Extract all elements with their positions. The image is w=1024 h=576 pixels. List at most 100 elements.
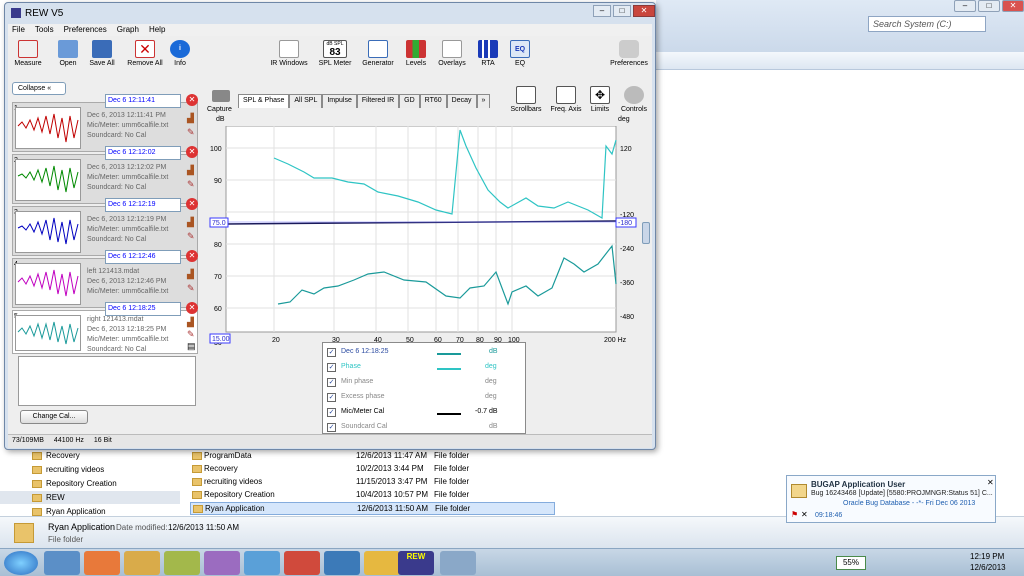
taskbar-firefox-icon[interactable] <box>84 551 120 575</box>
preferences-button[interactable]: Preferences <box>606 40 652 67</box>
levels-button[interactable]: Levels <box>396 40 436 67</box>
camera-icon[interactable] <box>212 90 230 102</box>
edit-icon[interactable]: ✎ <box>187 329 195 340</box>
legend-checkbox[interactable]: ✓ <box>327 408 336 417</box>
battery-indicator[interactable]: 55% <box>836 556 866 570</box>
explorer-search-input[interactable]: Search System (C:) <box>868 16 986 32</box>
remove-measurement-icon[interactable]: ✕ <box>186 250 198 262</box>
close-button[interactable]: ✕ <box>633 5 655 17</box>
nav-item-recovery[interactable]: Recovery <box>46 451 80 460</box>
tab-rt60[interactable]: RT60 <box>419 94 447 108</box>
overlays-button[interactable]: Overlays <box>432 40 472 67</box>
maximize-button[interactable]: □ <box>613 5 631 17</box>
measurement-slot[interactable]: 2 Dec 6 12:12:02 Dec 6, 2013 12:12:02 PM… <box>12 146 198 204</box>
clock-date[interactable]: 12/6/2013 <box>970 563 1006 572</box>
tab-all-spl[interactable]: All SPL <box>289 94 323 108</box>
chart-icon[interactable]: ▟ <box>187 217 194 228</box>
menu-preferences[interactable]: Preferences <box>64 24 107 36</box>
menu-help[interactable]: Help <box>149 24 165 36</box>
taskbar-chrome-icon[interactable] <box>284 551 320 575</box>
menu-tools[interactable]: Tools <box>35 24 54 36</box>
measure-button[interactable]: Measure <box>8 40 48 67</box>
info-button[interactable]: i Info <box>160 40 200 67</box>
minimize-button[interactable]: – <box>954 0 976 12</box>
measurement-name-field[interactable]: Dec 6 12:18:25 <box>105 302 181 316</box>
controls-button[interactable]: Controls <box>616 86 652 113</box>
measurement-name-field[interactable]: Dec 6 12:12:02 <box>105 146 181 160</box>
legend-checkbox[interactable]: ✓ <box>327 348 336 357</box>
legend-checkbox[interactable]: ✓ <box>327 363 336 372</box>
close-button[interactable]: ✕ <box>1002 0 1024 12</box>
taskbar-app-icon[interactable] <box>440 551 476 575</box>
notes-textarea[interactable] <box>18 356 196 406</box>
file-row[interactable]: Repository Creation 10/4/2013 10:57 PM F… <box>190 489 555 502</box>
taskbar-app-icon[interactable] <box>244 551 280 575</box>
spl-phase-graph[interactable]: 100 90 80 70 60 50 120 -120 -240 -360 -4… <box>208 126 638 378</box>
menu-file[interactable]: File <box>12 24 25 36</box>
change-cal-button[interactable]: Change Cal... <box>20 410 88 424</box>
measurement-slot[interactable]: 3 Dec 6 12:12:19 Dec 6, 2013 12:12:19 PM… <box>12 198 198 256</box>
tab-more[interactable]: » <box>476 94 491 108</box>
tab-impulse[interactable]: Impulse <box>322 94 357 108</box>
chart-icon[interactable]: ▟ <box>187 165 194 176</box>
legend-checkbox[interactable]: ✓ <box>327 393 336 402</box>
edit-icon[interactable]: ✎ <box>187 179 195 190</box>
remove-measurement-icon[interactable]: ✕ <box>186 198 198 210</box>
start-button[interactable] <box>4 551 38 575</box>
legend-row[interactable]: ✓ Phase deg <box>327 361 523 375</box>
remove-measurement-icon[interactable]: ✕ <box>186 302 198 314</box>
notes-icon[interactable]: ▤ <box>187 341 196 352</box>
edit-icon[interactable]: ✎ <box>187 231 195 242</box>
chart-icon[interactable]: ▟ <box>187 269 194 280</box>
taskbar-app-icon[interactable] <box>324 551 360 575</box>
close-icon[interactable]: ✕ <box>987 478 994 487</box>
taskbar-app-icon[interactable] <box>204 551 240 575</box>
eq-button[interactable]: EQ EQ <box>500 40 540 67</box>
nav-item-ryan[interactable]: Ryan Application <box>46 507 106 516</box>
edit-icon[interactable]: ✎ <box>187 127 195 138</box>
measurement-slot[interactable]: 4 Dec 6 12:12:46 left 121413.mdatDec 6, … <box>12 250 198 308</box>
maximize-button[interactable]: □ <box>978 0 1000 12</box>
remove-measurement-icon[interactable]: ✕ <box>186 146 198 158</box>
ir-windows-button[interactable]: IR Windows <box>266 40 312 67</box>
flag-icon[interactable]: ⚑ <box>791 510 798 519</box>
nav-item-recruiting[interactable]: recruiting videos <box>46 465 104 474</box>
nav-item-rew[interactable]: REW <box>46 493 65 502</box>
legend-row[interactable]: ✓ Min phase deg <box>327 376 523 390</box>
legend-checkbox[interactable]: ✓ <box>327 378 336 387</box>
capture-label[interactable]: Capture <box>207 106 232 113</box>
legend-row[interactable]: ✓ Soundcard Cal dB <box>327 421 523 435</box>
file-row[interactable]: Recovery 10/2/2013 3:44 PM File folder <box>190 463 555 476</box>
bug-notification[interactable]: BUGAP Application User Bug 16243468 [Upd… <box>786 475 996 523</box>
minimize-button[interactable]: – <box>593 5 611 17</box>
spl-meter-button[interactable]: dB SPL 83 SPL Meter <box>312 40 358 67</box>
save-all-button[interactable]: Save All <box>82 40 122 67</box>
legend-row[interactable]: ✓ Dec 6 12:18:25 dB <box>327 346 523 360</box>
taskbar-ie-icon[interactable] <box>44 551 80 575</box>
chart-icon[interactable]: ▟ <box>187 113 194 124</box>
tab-spl-phase[interactable]: SPL & Phase <box>238 94 290 108</box>
taskbar-explorer-icon[interactable] <box>124 551 160 575</box>
measurement-name-field[interactable]: Dec 6 12:12:46 <box>105 250 181 264</box>
tab-gd[interactable]: GD <box>399 94 420 108</box>
collapse-button[interactable]: Collapse « <box>12 82 66 95</box>
legend-row[interactable]: ✓ Mic/Meter Cal -0.7 dB <box>327 406 523 420</box>
notification-source[interactable]: Oracle Bug Database - -*- Fri Dec 06 201… <box>843 500 975 507</box>
remove-measurement-icon[interactable]: ✕ <box>186 94 198 106</box>
tab-decay[interactable]: Decay <box>446 94 477 108</box>
tab-filtered-ir[interactable]: Filtered IR <box>356 94 400 108</box>
measurement-name-field[interactable]: Dec 6 12:12:19 <box>105 198 181 212</box>
taskbar-mail-icon[interactable] <box>364 551 400 575</box>
delete-icon[interactable]: ✕ <box>801 510 808 519</box>
clock-time[interactable]: 12:19 PM <box>970 552 1004 561</box>
measurement-name-field[interactable]: Dec 6 12:11:41 <box>105 94 181 108</box>
chart-icon[interactable]: ▟ <box>187 317 194 328</box>
generator-button[interactable]: Generator <box>358 40 398 67</box>
edit-icon[interactable]: ✎ <box>187 283 195 294</box>
file-row[interactable]: recruiting videos 11/15/2013 3:47 PM Fil… <box>190 476 555 489</box>
limits-button[interactable]: ✥ Limits <box>582 86 618 113</box>
legend-row[interactable]: ✓ Excess phase deg <box>327 391 523 405</box>
nav-item-repository[interactable]: Repository Creation <box>46 479 117 488</box>
taskbar-app-icon[interactable] <box>164 551 200 575</box>
scrollbars-button[interactable]: Scrollbars <box>504 86 548 113</box>
